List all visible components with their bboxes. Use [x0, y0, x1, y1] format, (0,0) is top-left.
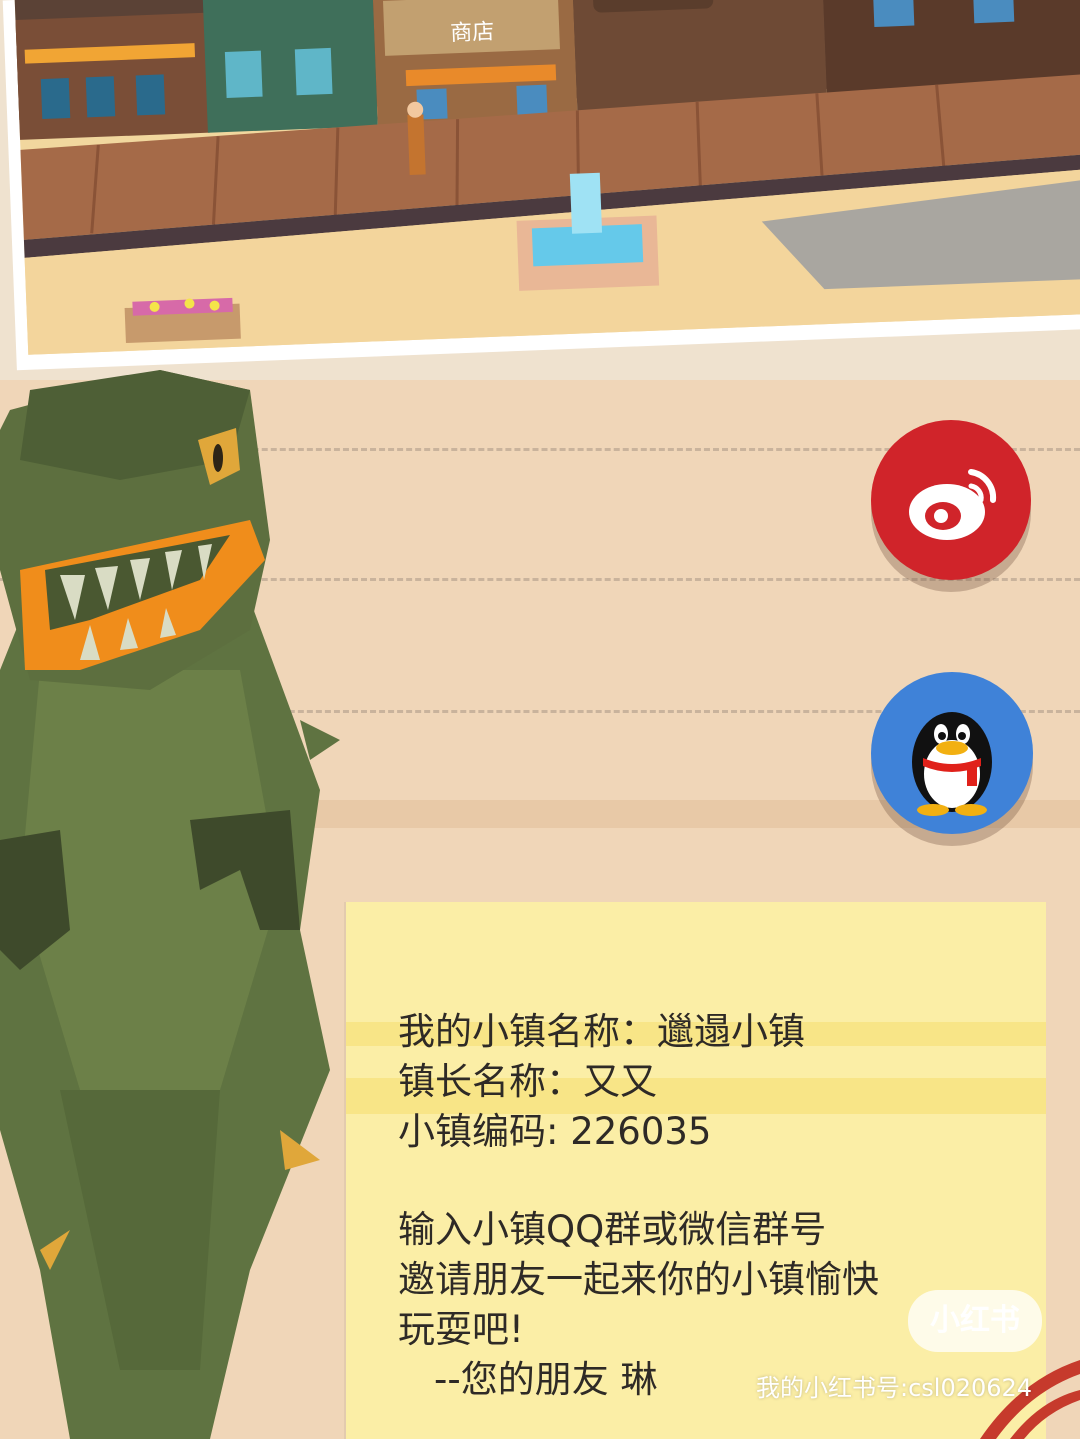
invitation-note: 我的小镇名称：邋遢小镇 镇长名称：又又 小镇编码: 226035 输入小镇QQ群… [346, 902, 1046, 1439]
weibo-share-button[interactable] [871, 420, 1031, 580]
town-name-text: 我的小镇名称：邋遢小镇 [398, 1010, 805, 1053]
mayor-name-text: 镇长名称：又又 [398, 1060, 657, 1103]
town-scene-photo: 商店 [0, 0, 1080, 380]
account-id-watermark: 我的小红书号:csl020624 [756, 1374, 1033, 1402]
invite-text-1: 输入小镇QQ群或微信群号 [398, 1208, 827, 1251]
dinosaur-character [0, 370, 360, 1439]
invite-text-3: 玩耍吧! [398, 1308, 524, 1351]
town-code-text: 小镇编码: 226035 [398, 1110, 712, 1153]
qq-share-button[interactable] [871, 672, 1033, 834]
weibo-icon [909, 469, 997, 540]
signature-text: --您的朋友 琳 [434, 1358, 658, 1401]
shop-sign: 商店 [450, 20, 495, 47]
qq-penguin-icon [912, 712, 992, 816]
xiaohongshu-logo-watermark: 小红书 [908, 1290, 1042, 1352]
invite-text-2: 邀请朋友一起来你的小镇愉快 [398, 1258, 879, 1301]
